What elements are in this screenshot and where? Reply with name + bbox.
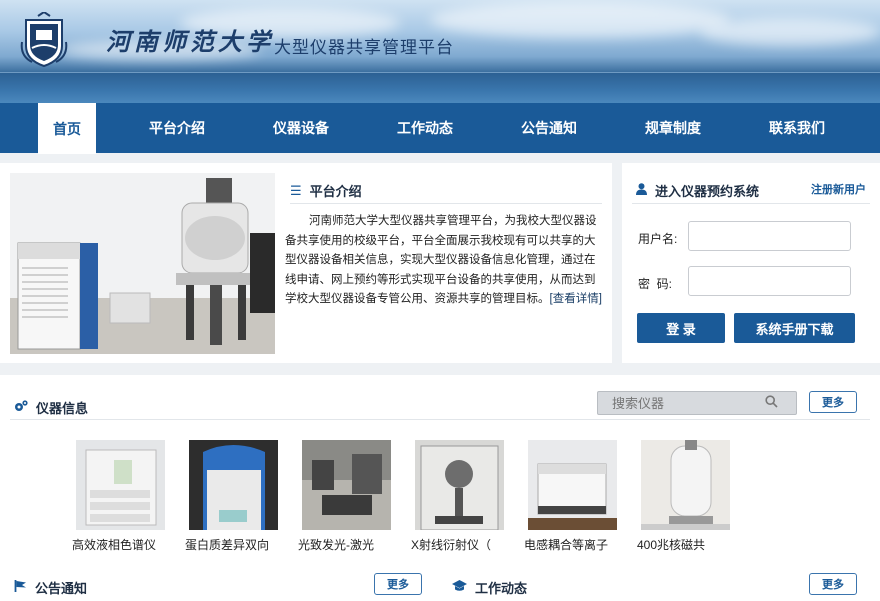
instrument-thumbnail: [189, 440, 278, 530]
register-link[interactable]: 注册新用户: [811, 181, 866, 197]
instrument-card[interactable]: 高效液相色谱仪: [72, 440, 165, 553]
instrument-name: 电感耦合等离子: [524, 538, 609, 552]
nav-notices[interactable]: 公告通知: [494, 103, 604, 153]
instruments-divider: [10, 419, 870, 420]
instrument-thumbnail: [302, 440, 391, 530]
search-icon[interactable]: [765, 395, 778, 411]
banner-cloud: [430, 2, 730, 38]
username-input[interactable]: [688, 221, 851, 251]
nav-home[interactable]: 首页: [38, 103, 96, 154]
banner-sea: [0, 72, 880, 103]
nav-regulations[interactable]: 规章制度: [618, 103, 728, 153]
lab-photo: [10, 173, 275, 354]
nav-platform-intro[interactable]: 平台介绍: [122, 103, 232, 153]
news-title: 工作动态: [452, 578, 527, 597]
instrument-name: 高效液相色谱仪: [72, 538, 157, 552]
banner-cloud: [700, 18, 880, 46]
user-icon: [636, 183, 647, 198]
instruments-title: 仪器信息: [14, 398, 88, 417]
header-banner: 河南师范大学 大型仪器共享管理平台: [0, 0, 880, 103]
manual-download-button[interactable]: 系统手册下载: [734, 313, 855, 343]
notices-more-button[interactable]: 更多: [374, 573, 422, 595]
instrument-thumbnail: [76, 440, 165, 530]
intro-panel: ☰ 平台介绍 河南师范大学大型仪器共享管理平台，为我校大型仪器设备共享使用的校级…: [0, 163, 612, 363]
username-label: 用户名:: [638, 232, 678, 246]
login-divider: [632, 203, 870, 204]
list-icon: ☰: [290, 182, 302, 198]
login-title-text: 进入仪器预约系统: [655, 184, 760, 199]
instrument-grid: 高效液相色谱仪 蛋白质差异双向 光致发光-激光 X射线衍射仪（ 电感耦合等离子: [72, 440, 730, 553]
login-panel: 进入仪器预约系统 注册新用户 用户名: 密 码: 登 录 系统手册下载: [622, 163, 880, 363]
instruments-more-button[interactable]: 更多: [809, 391, 857, 413]
instrument-card[interactable]: 光致发光-激光: [298, 440, 391, 553]
instrument-name: 蛋白质差异双向: [185, 538, 270, 552]
instrument-name: 400兆核磁共: [637, 538, 706, 552]
flag-icon: [14, 580, 27, 595]
instrument-name: X射线衍射仪（: [411, 538, 492, 552]
instrument-card[interactable]: 电感耦合等离子: [524, 440, 617, 553]
instrument-search-input[interactable]: [612, 395, 762, 411]
university-emblem-icon: [20, 12, 68, 68]
instruments-title-text: 仪器信息: [36, 401, 89, 416]
gears-icon: [14, 400, 28, 415]
intro-title: ☰ 平台介绍: [290, 181, 362, 200]
university-name: 河南师范大学: [106, 27, 274, 56]
intro-divider: [290, 203, 602, 204]
main-nav: 首页 平台介绍 仪器设备 工作动态 公告通知 规章制度 联系我们: [0, 103, 880, 154]
instrument-card[interactable]: 蛋白质差异双向: [185, 440, 278, 553]
intro-body: 河南师范大学大型仪器共享管理平台，为我校大型仪器设备共享使用的校级平台，平台全面…: [285, 212, 603, 310]
instrument-thumbnail: [415, 440, 504, 530]
intro-title-text: 平台介绍: [309, 184, 362, 199]
nav-instruments[interactable]: 仪器设备: [246, 103, 356, 153]
nav-work-news[interactable]: 工作动态: [370, 103, 480, 153]
login-button[interactable]: 登 录: [637, 313, 725, 343]
graduation-cap-icon: [452, 580, 467, 595]
news-more-button[interactable]: 更多: [809, 573, 857, 595]
instrument-search-box: [597, 391, 797, 415]
nav-contact[interactable]: 联系我们: [742, 103, 852, 153]
instruments-panel: 仪器信息 更多 高效液相色谱仪 蛋白质差异双向 光致发光-激光: [0, 375, 880, 601]
news-title-text: 工作动态: [475, 581, 528, 596]
notices-title-text: 公告通知: [35, 581, 88, 596]
intro-more-link[interactable]: [查看详情]: [550, 293, 602, 305]
intro-body-text: 河南师范大学大型仪器共享管理平台，为我校大型仪器设备共享使用的校级平台，平台全面…: [285, 215, 597, 305]
notices-title: 公告通知: [14, 578, 87, 597]
login-title: 进入仪器预约系统: [636, 181, 759, 200]
instrument-name: 光致发光-激光: [298, 538, 374, 552]
instrument-thumbnail: [528, 440, 617, 530]
password-input[interactable]: [688, 266, 851, 296]
password-label: 密 码:: [638, 277, 673, 291]
instrument-card[interactable]: 400兆核磁共: [637, 440, 730, 553]
instrument-card[interactable]: X射线衍射仪（: [411, 440, 504, 553]
instrument-thumbnail: [641, 440, 730, 530]
banner-horizon: [0, 72, 880, 73]
platform-title: 大型仪器共享管理平台: [274, 38, 454, 57]
